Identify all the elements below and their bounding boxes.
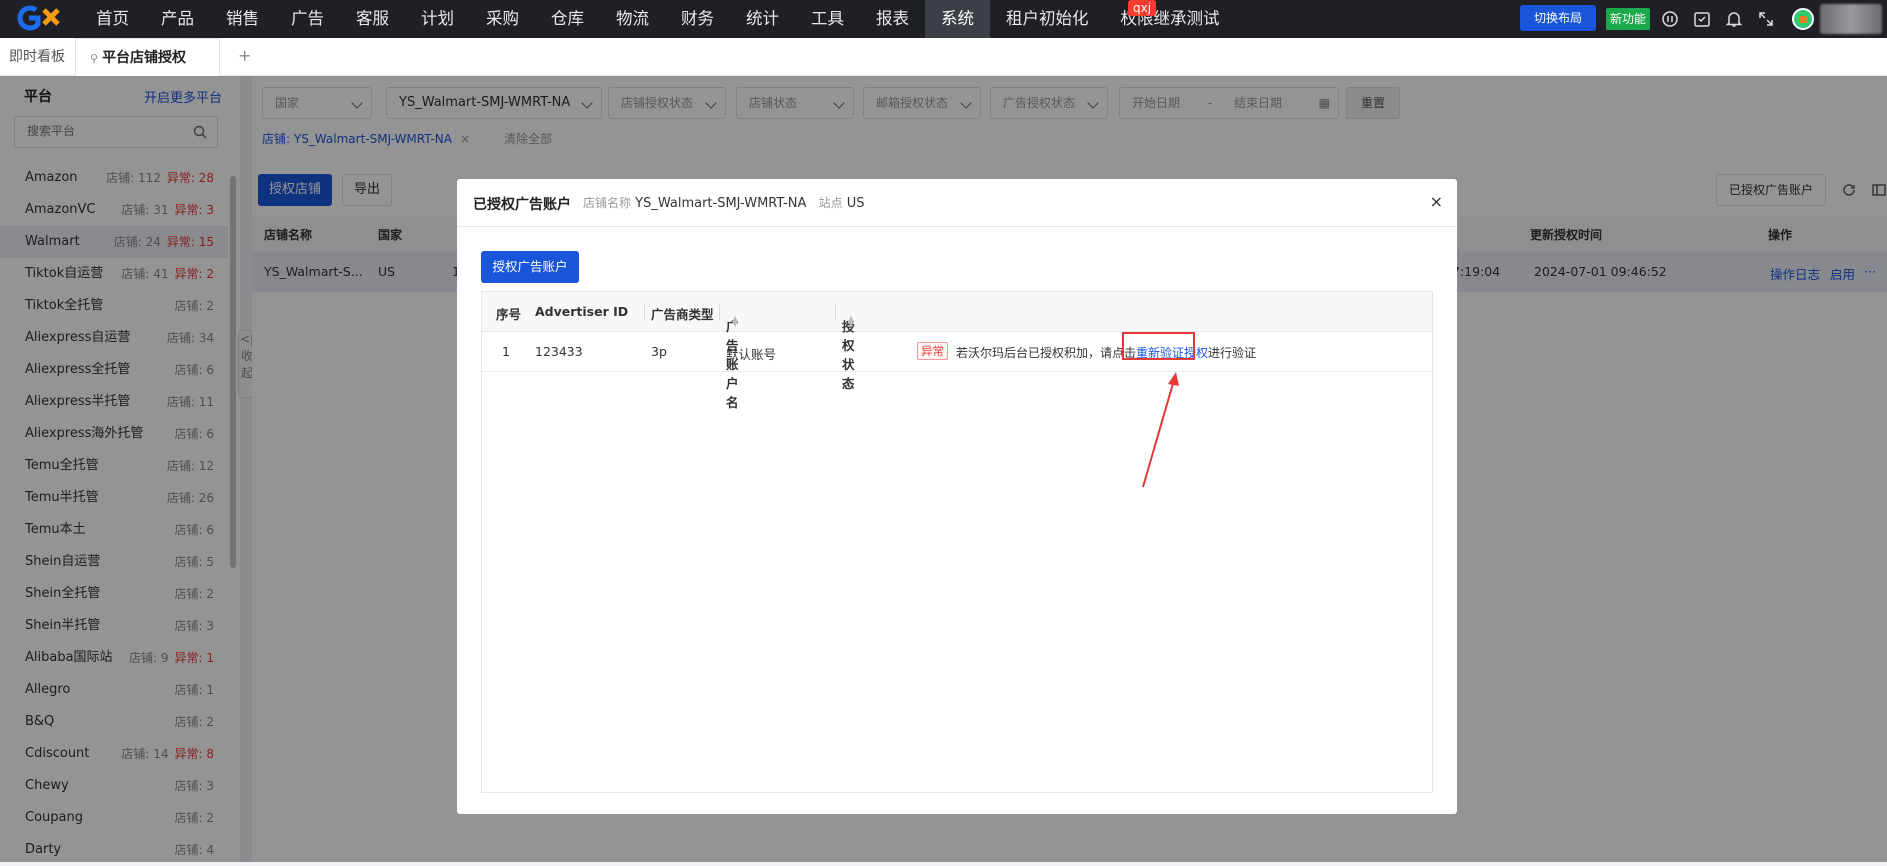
shop-label: 店铺名称	[583, 196, 632, 210]
nav-item[interactable]: 广告	[275, 0, 340, 38]
status-text-pre: 若沃尔玛后台已授权积加，请点击	[956, 346, 1137, 360]
user-badge: qxj	[1128, 0, 1157, 16]
ad-accounts-table: 序号 Advertiser ID 广告商类型 广告账户名 ▲ ▼ 授权状态 ▲ ▼ 1 …	[481, 291, 1433, 793]
bell-icon[interactable]	[1725, 10, 1743, 28]
new-feature-button[interactable]: 新功能	[1606, 8, 1650, 30]
table-row: 1 123433 3p 默认账号 异常 若沃尔玛后台已授权积加，请点击重新验证授…	[482, 332, 1432, 372]
sort-icon[interactable]: ▲ ▼	[732, 315, 738, 328]
auth-ad-account-button[interactable]: 授权广告账户	[481, 251, 579, 283]
avatar[interactable]	[1792, 8, 1814, 30]
sort-icon[interactable]: ▲ ▼	[848, 315, 854, 328]
authorized-ad-accounts-modal: 已授权广告账户 店铺名称 YS_Walmart-SMJ-WMRT-NA 站点 U…	[457, 179, 1457, 814]
shop-value: YS_Walmart-SMJ-WMRT-NA	[635, 196, 807, 211]
nav-item[interactable]: 报表	[860, 0, 925, 38]
add-tab-button[interactable]: +	[238, 46, 251, 65]
cell-advertiser-type: 3p	[651, 344, 667, 359]
nav-item[interactable]: 租户初始化	[990, 0, 1105, 38]
nav-item[interactable]: 销售	[210, 0, 275, 38]
status-text-post: 进行验证	[1208, 346, 1257, 360]
fullscreen-icon[interactable]	[1757, 10, 1775, 28]
nav-item[interactable]: 首页	[80, 0, 145, 38]
nav-item[interactable]: 统计	[730, 0, 795, 38]
nav-item[interactable]: 客服	[340, 0, 405, 38]
nav-item[interactable]: 仓库	[535, 0, 600, 38]
nav-item[interactable]: 工具	[795, 0, 860, 38]
tab-dashboard[interactable]: 即时看板	[9, 38, 65, 76]
nav-item[interactable]: 物流	[600, 0, 665, 38]
modal-subtitle: 店铺名称 YS_Walmart-SMJ-WMRT-NA 站点 US	[583, 194, 865, 211]
top-nav-bar: 首页 产品 销售 广告 客服 计划 采购 仓库 物流 财务 统计 工具 报表 系统 租户初始化 权限继承测试 …	[0, 0, 1887, 38]
switch-layout-button[interactable]: 切换布局	[1520, 5, 1596, 31]
col-advertiser-type: 广告商类型	[651, 307, 714, 322]
status-badge: 异常	[917, 342, 948, 360]
status-message: 若沃尔玛后台已授权积加，请点击重新验证授权进行验证	[956, 344, 1256, 361]
main-nav: 首页 产品 销售 广告 客服 计划 采购 仓库 物流 财务 统计 工具 报表 系统 租户初始化 权限继承测试	[80, 0, 1236, 38]
close-icon[interactable]: ×	[1430, 192, 1443, 211]
cell-index: 1	[502, 344, 510, 359]
tab-shop-auth-label: 平台店铺授权	[102, 50, 187, 66]
nav-item[interactable]: 采购	[470, 0, 535, 38]
col-index: 序号	[496, 307, 522, 322]
modal-title: 已授权广告账户	[473, 197, 571, 213]
user-name-blurred[interactable]	[1820, 4, 1882, 34]
cell-advertiser-id: 123433	[535, 344, 583, 359]
pause-icon[interactable]	[1661, 10, 1679, 28]
tab-bar: 即时看板 ⚲ 平台店铺授权 +	[0, 38, 1887, 76]
logo[interactable]	[14, 5, 60, 33]
nav-item[interactable]: 权限继承测试	[1105, 0, 1236, 38]
ad-table-header: 序号 Advertiser ID 广告商类型 广告账户名 ▲ ▼ 授权状态 ▲ ▼	[482, 292, 1432, 410]
nav-item[interactable]: 财务	[665, 0, 730, 38]
pin-icon: ⚲	[90, 52, 99, 65]
col-advertiser-id: Advertiser ID	[535, 304, 629, 319]
cell-account-name: 默认账号	[726, 347, 777, 362]
annotation-highlight-box	[1122, 332, 1195, 360]
tab-shop-auth[interactable]: ⚲ 平台店铺授权	[75, 38, 220, 76]
site-value: US	[846, 196, 865, 211]
calendar-check-icon[interactable]	[1693, 10, 1711, 28]
nav-item[interactable]: 系统	[925, 0, 990, 38]
site-label: 站点	[818, 196, 843, 210]
modal-header: 已授权广告账户 店铺名称 YS_Walmart-SMJ-WMRT-NA 站点 U…	[457, 179, 1457, 227]
nav-item[interactable]: 产品	[145, 0, 210, 38]
nav-item[interactable]: 计划	[405, 0, 470, 38]
